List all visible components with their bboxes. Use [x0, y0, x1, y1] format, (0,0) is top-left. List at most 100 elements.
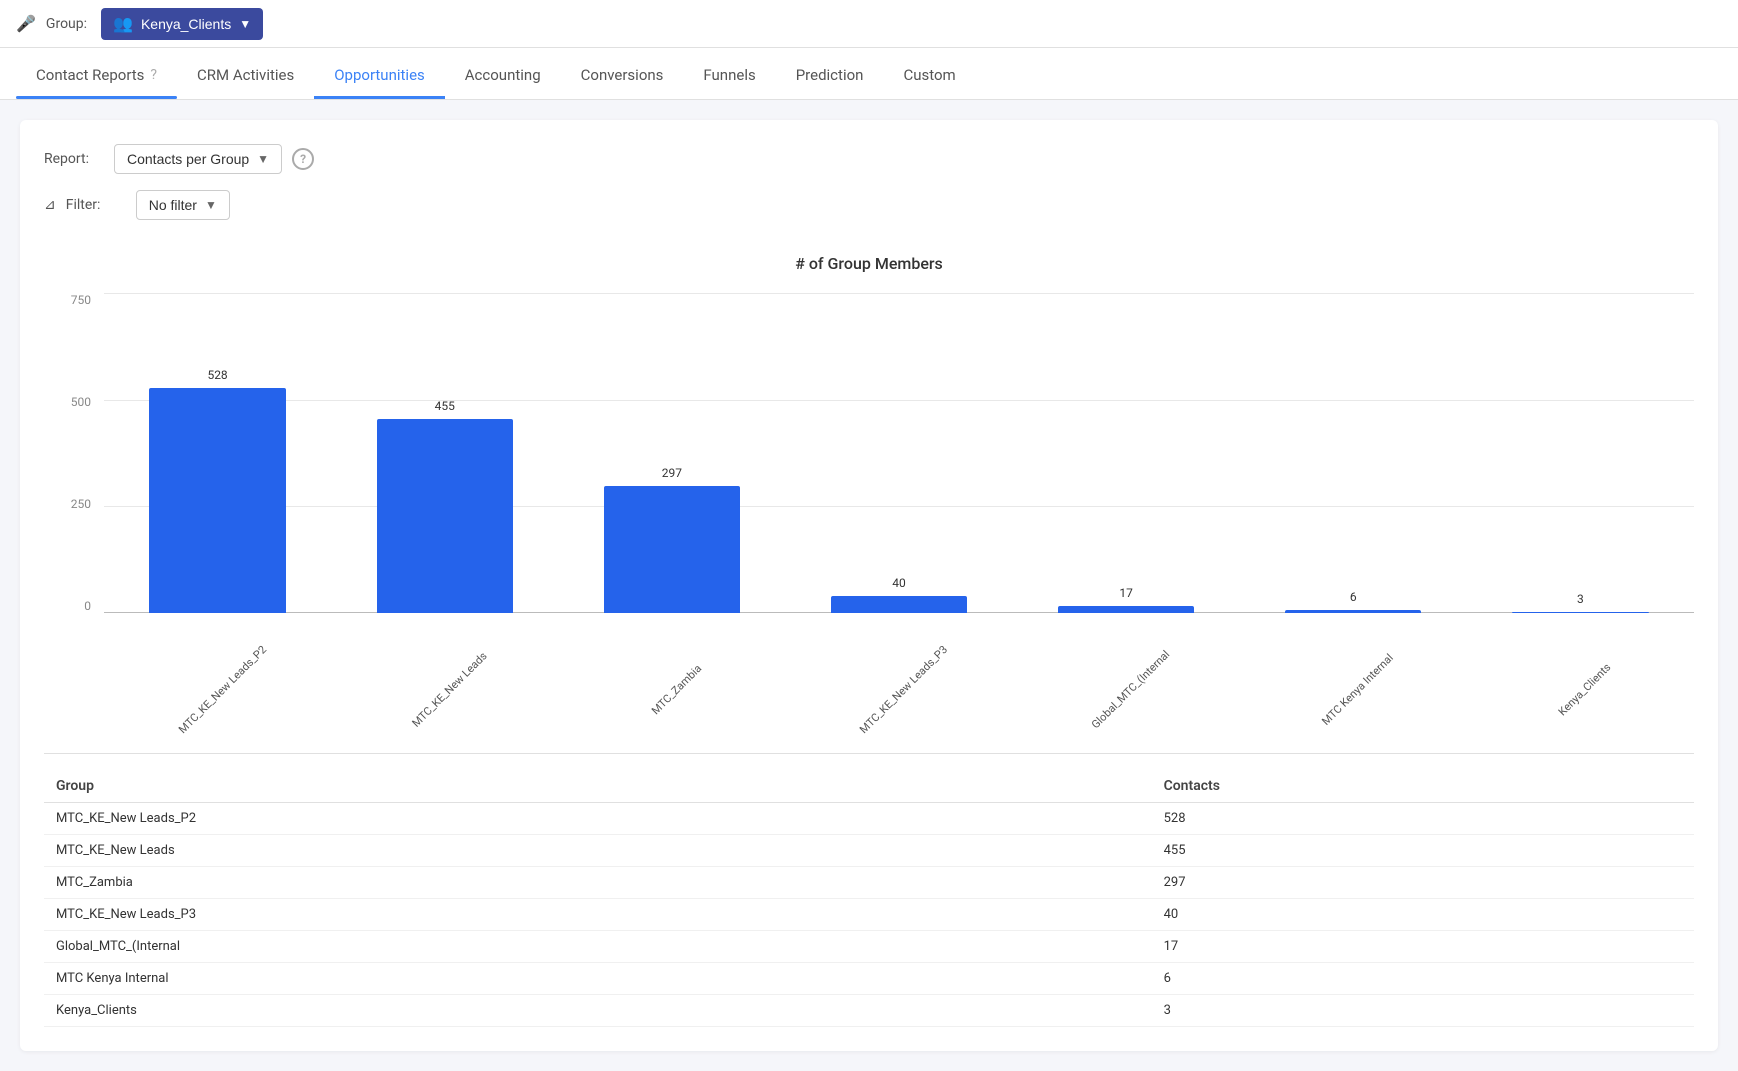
bars-container: 528MTC_KE_New Leads_P2 455MTC_KE_New Lead…: [104, 293, 1694, 613]
bar-value-label: 17: [1119, 586, 1133, 600]
tab-contact-reports-label: Contact Reports: [36, 66, 144, 84]
bar[interactable]: 6MTC Kenya Internal: [1285, 610, 1421, 613]
y-axis: 750 500 250 0: [44, 293, 99, 613]
table-section: Group Contacts MTC_KE_New Leads_P2528MTC…: [44, 753, 1694, 1027]
chart-area: 750 500 250 0 528MTC_KE_New Leads_P2 455: [44, 293, 1694, 713]
table-cell-contacts: 40: [1152, 899, 1694, 931]
bar[interactable]: 17Global_MTC_(Internal: [1058, 606, 1194, 613]
table-row: MTC_KE_New Leads_P340: [44, 899, 1694, 931]
tab-opportunities[interactable]: Opportunities: [314, 52, 445, 99]
y-label-0: 0: [84, 599, 91, 613]
group-label: Group:: [46, 16, 87, 32]
tab-crm-activities-label: CRM Activities: [197, 66, 294, 84]
bar-x-label: MTC_KE_New Leads_P3: [857, 643, 950, 736]
bar-group: 6MTC Kenya Internal: [1240, 293, 1467, 613]
bar-x-label: MTC_KE_New Leads_P2: [176, 643, 269, 736]
y-label-500: 500: [71, 395, 91, 409]
main-content: Report: Contacts per Group ▼ ? ⊿ Filter:…: [0, 100, 1738, 1071]
table-row: Global_MTC_(Internal17: [44, 931, 1694, 963]
filter-icon: ⊿: [44, 197, 56, 213]
chevron-down-icon: ▼: [239, 17, 251, 31]
table-cell-contacts: 297: [1152, 867, 1694, 899]
chart-title: # of Group Members: [44, 254, 1694, 273]
tab-contact-reports[interactable]: Contact Reports ?: [16, 52, 177, 99]
mic-icon: 🎤: [16, 14, 36, 33]
tab-accounting-label: Accounting: [465, 66, 541, 84]
help-icon-contact-reports[interactable]: ?: [150, 67, 157, 83]
y-label-250: 250: [71, 497, 91, 511]
group-selector-button[interactable]: 👥 Kenya_Clients ▼: [101, 8, 263, 40]
bar-value-label: 455: [435, 399, 455, 413]
bar-value-label: 6: [1350, 590, 1357, 604]
report-dropdown[interactable]: Contacts per Group ▼: [114, 144, 282, 174]
group-icon: 👥: [113, 14, 133, 34]
tab-funnels[interactable]: Funnels: [683, 52, 775, 99]
table-cell-group: Kenya_Clients: [44, 995, 1152, 1027]
filter-dropdown-value: No filter: [149, 197, 197, 213]
filter-row: ⊿ Filter: No filter ▼: [44, 190, 1694, 220]
report-controls: Report: Contacts per Group ▼ ? ⊿ Filter:…: [44, 144, 1694, 220]
bar[interactable]: 40MTC_KE_New Leads_P3: [831, 596, 967, 613]
top-bar-left: 🎤 Group: 👥 Kenya_Clients ▼: [16, 8, 263, 40]
bar[interactable]: 297MTC_Zambia: [604, 486, 740, 613]
table-row: MTC_Zambia297: [44, 867, 1694, 899]
report-card: Report: Contacts per Group ▼ ? ⊿ Filter:…: [20, 120, 1718, 1051]
tab-accounting[interactable]: Accounting: [445, 52, 561, 99]
filter-dropdown-chevron: ▼: [205, 198, 217, 212]
table-cell-contacts: 455: [1152, 835, 1694, 867]
table-cell-contacts: 17: [1152, 931, 1694, 963]
table-cell-contacts: 6: [1152, 963, 1694, 995]
table-row: MTC_KE_New Leads455: [44, 835, 1694, 867]
tab-custom-label: Custom: [903, 66, 955, 84]
tab-custom[interactable]: Custom: [883, 52, 975, 99]
bar-value-label: 297: [662, 466, 682, 480]
y-label-750: 750: [71, 293, 91, 307]
bar[interactable]: 528MTC_KE_New Leads_P2: [149, 388, 285, 613]
bar-x-label: Global_MTC_(Internal: [1089, 648, 1172, 731]
group-name: Kenya_Clients: [141, 16, 231, 32]
report-label: Report:: [44, 151, 104, 167]
bar[interactable]: 455MTC_KE_New Leads: [377, 419, 513, 613]
bar-group: 17Global_MTC_(Internal: [1013, 293, 1240, 613]
tab-conversions-label: Conversions: [581, 66, 664, 84]
bar-x-label: MTC Kenya Internal: [1320, 651, 1397, 728]
tab-prediction-label: Prediction: [796, 66, 864, 84]
tab-bar: Contact Reports ? CRM Activities Opportu…: [0, 48, 1738, 100]
bar-x-label: MTC_KE_New Leads: [409, 650, 489, 730]
table-row: MTC Kenya Internal6: [44, 963, 1694, 995]
bar-value-label: 3: [1577, 592, 1584, 606]
table-cell-group: MTC_KE_New Leads: [44, 835, 1152, 867]
bar-group: 3Kenya_Clients: [1467, 293, 1694, 613]
filter-dropdown[interactable]: No filter ▼: [136, 190, 230, 220]
report-dropdown-chevron: ▼: [257, 152, 269, 166]
table-cell-group: MTC Kenya Internal: [44, 963, 1152, 995]
tab-opportunities-label: Opportunities: [334, 66, 425, 84]
col-group: Group: [44, 770, 1152, 803]
report-select-row: Report: Contacts per Group ▼ ?: [44, 144, 1694, 174]
data-table: Group Contacts MTC_KE_New Leads_P2528MTC…: [44, 770, 1694, 1027]
bar-group: 455MTC_KE_New Leads: [331, 293, 558, 613]
table-row: Kenya_Clients3: [44, 995, 1694, 1027]
tab-crm-activities[interactable]: CRM Activities: [177, 52, 314, 99]
bar-value-label: 528: [207, 368, 227, 382]
bar-value-label: 40: [892, 576, 906, 590]
filter-label: Filter:: [66, 197, 126, 213]
tab-prediction[interactable]: Prediction: [776, 52, 884, 99]
table-cell-group: Global_MTC_(Internal: [44, 931, 1152, 963]
chart-container: # of Group Members 750 500 250 0: [44, 244, 1694, 723]
table-cell-group: MTC_Zambia: [44, 867, 1152, 899]
bar-group: 297MTC_Zambia: [558, 293, 785, 613]
table-cell-group: MTC_KE_New Leads_P3: [44, 899, 1152, 931]
tab-funnels-label: Funnels: [703, 66, 755, 84]
report-dropdown-value: Contacts per Group: [127, 151, 249, 167]
col-contacts: Contacts: [1152, 770, 1694, 803]
bar-group: 40MTC_KE_New Leads_P3: [785, 293, 1012, 613]
report-help-button[interactable]: ?: [292, 148, 314, 170]
bar[interactable]: 3Kenya_Clients: [1512, 612, 1648, 613]
bar-x-label: Kenya_Clients: [1556, 661, 1614, 719]
bar-group: 528MTC_KE_New Leads_P2: [104, 293, 331, 613]
bar-x-label: MTC_Zambia: [649, 662, 704, 717]
table-cell-contacts: 3: [1152, 995, 1694, 1027]
top-bar: 🎤 Group: 👥 Kenya_Clients ▼: [0, 0, 1738, 48]
tab-conversions[interactable]: Conversions: [561, 52, 684, 99]
